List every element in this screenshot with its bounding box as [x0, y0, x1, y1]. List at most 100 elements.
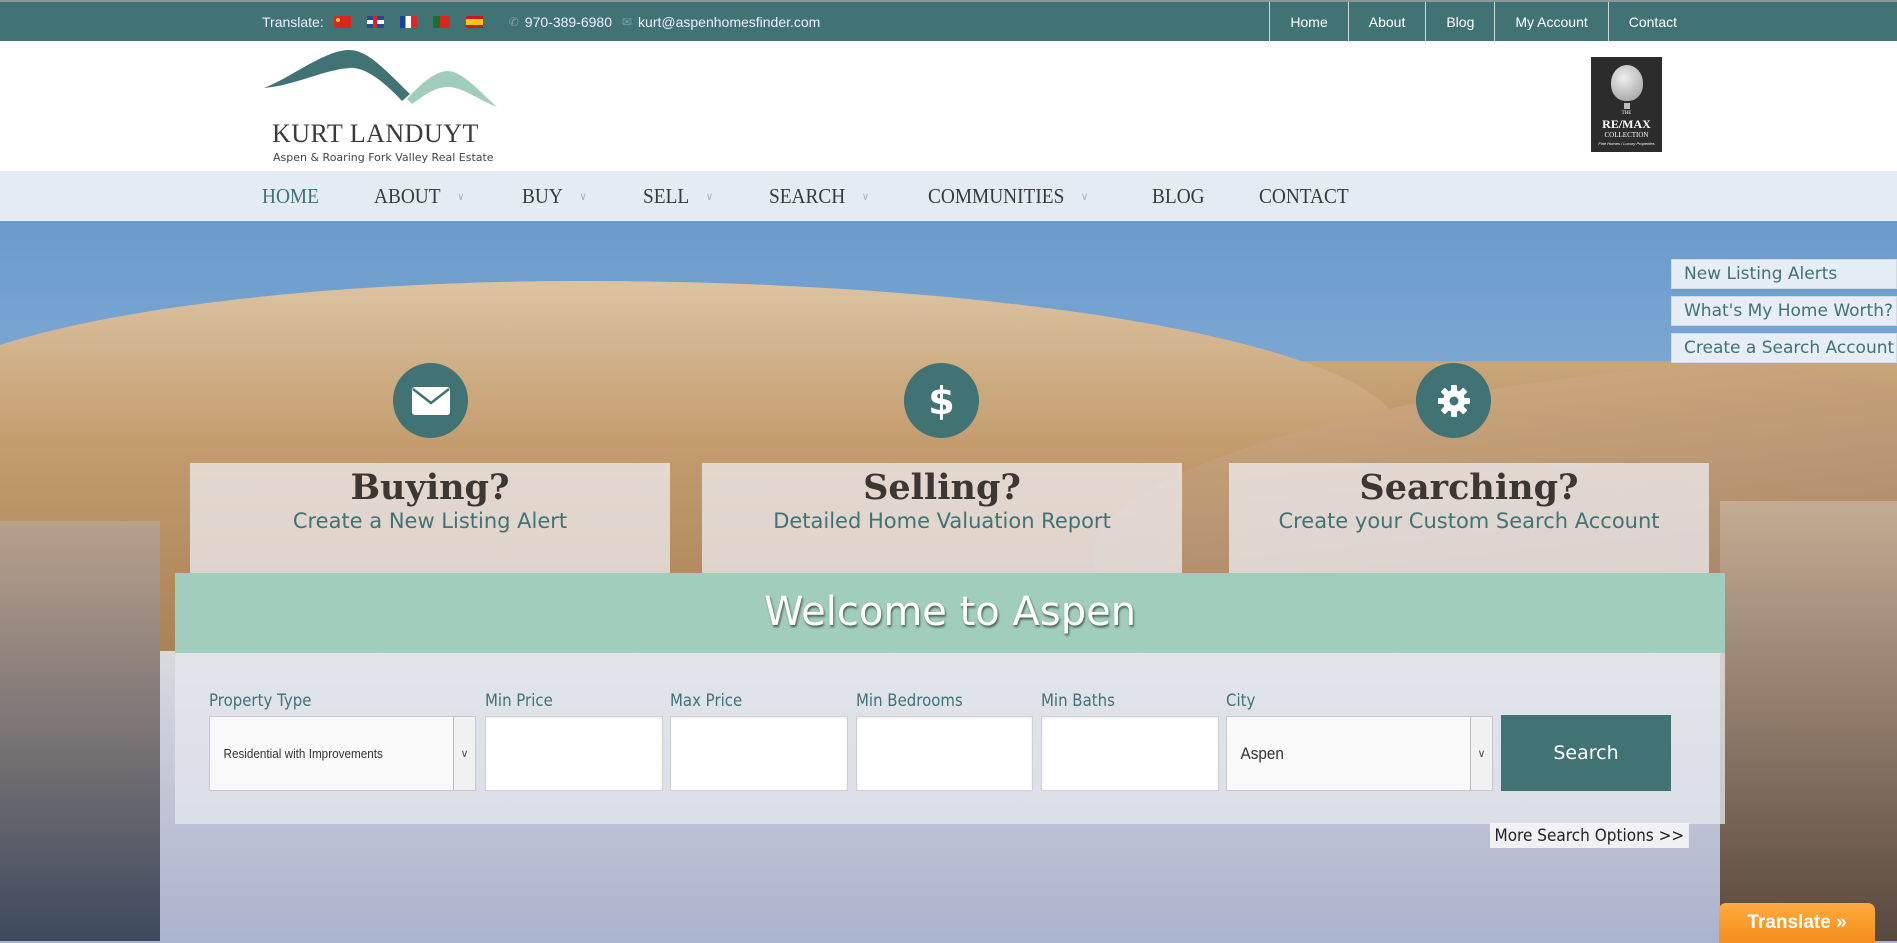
- searching-icon-button[interactable]: [1416, 363, 1491, 438]
- side-tabs: New Listing Alerts What's My Home Worth?…: [1671, 259, 1897, 370]
- welcome-banner: Welcome to Aspen: [175, 573, 1725, 653]
- nav-blog-label: BLOG: [1152, 183, 1205, 208]
- feature-card-buying[interactable]: Buying? Create a New Listing Alert: [190, 463, 670, 573]
- nav-contact[interactable]: CONTACT: [1259, 184, 1349, 209]
- nav-communities-label: COMMUNITIES: [927, 183, 1065, 208]
- nav-blog[interactable]: BLOG: [1152, 184, 1205, 209]
- chevron-down-icon: ∨: [861, 189, 870, 203]
- main-nav: HOME ABOUT ∨ BUY ∨ SELL ∨ SEARCH ∨ COMMUNITI…: [0, 171, 1897, 221]
- top-nav-blog[interactable]: Blog: [1425, 2, 1494, 41]
- envelope-icon: ✉: [621, 14, 633, 29]
- feature-title: Selling?: [863, 467, 1021, 508]
- remax-line4: Fine Homes / Luxury Properties: [1598, 141, 1655, 146]
- translate-label: Translate:: [262, 13, 324, 30]
- dollar-icon: $: [928, 378, 955, 423]
- city-value: Aspen: [1240, 743, 1284, 763]
- remax-line1: THE: [1621, 111, 1632, 116]
- max-price-input[interactable]: [670, 716, 848, 791]
- nav-contact-label: CONTACT: [1259, 183, 1349, 208]
- nav-buy[interactable]: BUY ∨: [522, 184, 587, 209]
- max-price-field: Max Price: [670, 691, 848, 791]
- feature-link[interactable]: Create your Custom Search Account: [1229, 509, 1709, 533]
- nav-sell[interactable]: SELL ∨: [643, 184, 713, 209]
- remax-line2: RE/MAX: [1602, 117, 1651, 131]
- side-tab-new-listing-alerts[interactable]: New Listing Alerts: [1671, 259, 1897, 289]
- buying-icon-button[interactable]: [393, 363, 468, 438]
- top-nav-home[interactable]: Home: [1269, 2, 1347, 41]
- side-tab-create-search-account[interactable]: Create a Search Account: [1671, 333, 1897, 363]
- welcome-heading: Welcome to Aspen: [763, 589, 1137, 635]
- nav-communities[interactable]: COMMUNITIES ∨: [928, 184, 1088, 209]
- top-bar-contact: Translate: ✆ 970-389-6980 ✉ kurt@aspenho…: [262, 2, 820, 41]
- property-type-select[interactable]: Residential with Improvements ∨: [209, 716, 476, 791]
- city-label: City: [1226, 691, 1256, 711]
- chevron-down-icon: ∨: [705, 189, 713, 203]
- top-nav-about[interactable]: About: [1347, 2, 1426, 41]
- top-bar: Translate: ✆ 970-389-6980 ✉ kurt@aspenho…: [0, 0, 1897, 41]
- property-type-field: Property Type Residential with Improveme…: [209, 691, 476, 791]
- chinese-flag-icon[interactable]: [333, 15, 351, 28]
- min-price-field: Min Price: [485, 691, 663, 791]
- site-logo[interactable]: KURT LANDUYT Aspen & Roaring Fork Valley…: [262, 47, 502, 164]
- feature-link[interactable]: Create a New Listing Alert: [190, 509, 670, 533]
- chevron-down-icon: ∨: [1470, 717, 1492, 790]
- hero-trees-right: [1720, 501, 1897, 941]
- property-type-value: Residential with Improvements: [223, 746, 383, 761]
- min-bedrooms-label: Min Bedrooms: [856, 691, 963, 711]
- feature-card-selling[interactable]: Selling? Detailed Home Valuation Report: [702, 463, 1182, 573]
- search-button[interactable]: Search: [1501, 715, 1671, 791]
- min-price-label: Min Price: [485, 691, 553, 711]
- feature-card-searching[interactable]: Searching? Create your Custom Search Acc…: [1229, 463, 1709, 573]
- site-header: KURT LANDUYT Aspen & Roaring Fork Valley…: [0, 41, 1897, 171]
- logo-name: KURT LANDUYT: [272, 119, 479, 148]
- nav-sell-label: SELL: [642, 183, 689, 208]
- email-address: kurt@aspenhomesfinder.com: [638, 13, 821, 30]
- quick-search-form: Property Type Residential with Improveme…: [175, 653, 1725, 824]
- hero-trees-left: [0, 521, 160, 941]
- mountain-logo-icon: [264, 49, 497, 107]
- nav-search-label: SEARCH: [768, 183, 846, 208]
- french-flag-icon[interactable]: [399, 15, 417, 28]
- more-search-options-link[interactable]: More Search Options >>: [1490, 823, 1689, 848]
- city-field: City Aspen ∨: [1226, 691, 1493, 791]
- gear-icon: [1437, 384, 1470, 417]
- phone-icon: ✆: [508, 14, 519, 29]
- side-tab-home-worth[interactable]: What's My Home Worth?: [1671, 296, 1897, 326]
- phone-link[interactable]: ✆ 970-389-6980: [509, 14, 612, 30]
- spanish-flag-icon[interactable]: [465, 15, 483, 28]
- feature-link[interactable]: Detailed Home Valuation Report: [702, 509, 1182, 533]
- top-nav-my-account[interactable]: My Account: [1494, 2, 1607, 41]
- city-select[interactable]: Aspen ∨: [1226, 716, 1493, 791]
- envelope-icon: [411, 386, 450, 415]
- translate-button[interactable]: Translate »: [1719, 903, 1875, 943]
- chevron-down-icon: ∨: [579, 189, 588, 203]
- min-price-input[interactable]: [485, 716, 663, 791]
- nav-buy-label: BUY: [522, 183, 564, 208]
- property-type-label: Property Type: [209, 691, 312, 711]
- chevron-down-icon: ∨: [456, 189, 465, 203]
- min-bedrooms-input[interactable]: [856, 716, 1033, 791]
- balloon-basket: [1624, 103, 1630, 109]
- top-nav-contact[interactable]: Contact: [1607, 2, 1897, 41]
- chevron-down-icon: ∨: [453, 717, 475, 790]
- english-flag-icon[interactable]: [366, 15, 384, 28]
- nav-search[interactable]: SEARCH ∨: [769, 184, 869, 209]
- min-baths-label: Min Baths: [1041, 691, 1115, 711]
- nav-about-label: ABOUT: [373, 183, 441, 208]
- feature-title: Buying?: [350, 467, 510, 508]
- selling-icon-button[interactable]: $: [904, 363, 979, 438]
- phone-number: 970-389-6980: [524, 13, 612, 30]
- portuguese-flag-icon[interactable]: [432, 15, 450, 28]
- email-link[interactable]: ✉ kurt@aspenhomesfinder.com: [622, 14, 820, 30]
- nav-home[interactable]: HOME: [262, 184, 319, 209]
- logo-tagline: Aspen & Roaring Fork Valley Real Estate: [273, 151, 494, 164]
- remax-line3: COLLECTION: [1604, 131, 1649, 139]
- min-bedrooms-field: Min Bedrooms: [856, 691, 1033, 791]
- balloon-icon: [1611, 65, 1643, 101]
- remax-collection-logo[interactable]: THE RE/MAX COLLECTION Fine Homes / Luxur…: [1591, 57, 1662, 152]
- min-baths-input[interactable]: [1041, 716, 1219, 791]
- chevron-down-icon: ∨: [1080, 189, 1089, 203]
- top-nav: Home About Blog My Account Contact: [1269, 2, 1897, 41]
- nav-about[interactable]: ABOUT ∨: [374, 184, 465, 209]
- nav-home-label: HOME: [262, 183, 319, 208]
